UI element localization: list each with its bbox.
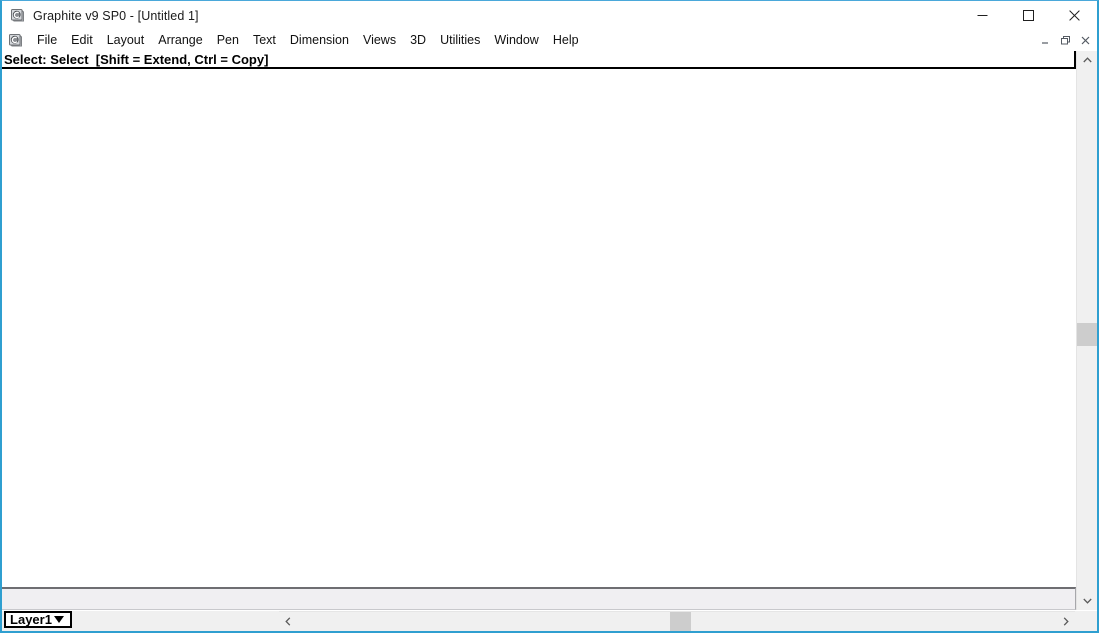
- mdi-restore-button[interactable]: [1055, 32, 1075, 50]
- menu-item-window[interactable]: Window: [487, 31, 545, 51]
- chevron-down-icon: [53, 616, 64, 623]
- close-button[interactable]: [1051, 1, 1097, 30]
- menu-item-dimension[interactable]: Dimension: [283, 31, 356, 51]
- menu-item-help[interactable]: Help: [546, 31, 586, 51]
- menu-bar: File Edit Layout Arrange Pen Text Dimens…: [2, 30, 1097, 51]
- menu-item-3d[interactable]: 3D: [403, 31, 433, 51]
- window-title: Graphite v9 SP0 - [Untitled 1]: [33, 8, 199, 23]
- chevron-up-icon[interactable]: [1077, 51, 1097, 69]
- menu-item-text[interactable]: Text: [246, 31, 283, 51]
- mdi-minimize-button[interactable]: [1035, 32, 1055, 50]
- application-window: Graphite v9 SP0 - [Untitled 1] File Edit…: [0, 0, 1099, 633]
- vertical-scrollbar-thumb[interactable]: [1077, 323, 1097, 346]
- chevron-right-icon[interactable]: [1057, 612, 1075, 631]
- bottom-bar: Layer1: [2, 611, 1097, 631]
- layer-selector[interactable]: Layer1: [4, 611, 72, 628]
- menu-item-arrange[interactable]: Arrange: [151, 31, 209, 51]
- drawing-canvas[interactable]: [2, 69, 1076, 585]
- mdi-close-button[interactable]: [1075, 32, 1095, 50]
- maximize-button[interactable]: [1005, 1, 1051, 30]
- title-bar: Graphite v9 SP0 - [Untitled 1]: [2, 1, 1097, 30]
- menu-item-utilities[interactable]: Utilities: [433, 31, 487, 51]
- menu-item-layout[interactable]: Layout: [100, 31, 152, 51]
- minimize-button[interactable]: [959, 1, 1005, 30]
- status-bar: [2, 587, 1076, 610]
- layer-selector-label: Layer1: [10, 612, 52, 627]
- chevron-left-icon[interactable]: [279, 612, 297, 631]
- menu-item-edit[interactable]: Edit: [64, 31, 100, 51]
- prompt-bar: Select: Select [Shift = Extend, Ctrl = C…: [2, 51, 1076, 69]
- vertical-scrollbar[interactable]: [1076, 51, 1097, 610]
- menu-item-pen[interactable]: Pen: [210, 31, 246, 51]
- horizontal-scrollbar[interactable]: [279, 611, 1075, 631]
- menu-item-views[interactable]: Views: [356, 31, 403, 51]
- document-app-icon[interactable]: [8, 33, 24, 49]
- window-controls: [959, 1, 1097, 30]
- mdi-window-controls: [1035, 31, 1095, 50]
- graphite-app-icon: [10, 8, 26, 24]
- scrollbar-corner: [1076, 611, 1097, 631]
- horizontal-scrollbar-thumb[interactable]: [670, 612, 691, 631]
- prompt-text: Select: Select [Shift = Extend, Ctrl = C…: [4, 51, 269, 67]
- chevron-down-icon[interactable]: [1077, 592, 1097, 610]
- menu-item-file[interactable]: File: [30, 31, 64, 51]
